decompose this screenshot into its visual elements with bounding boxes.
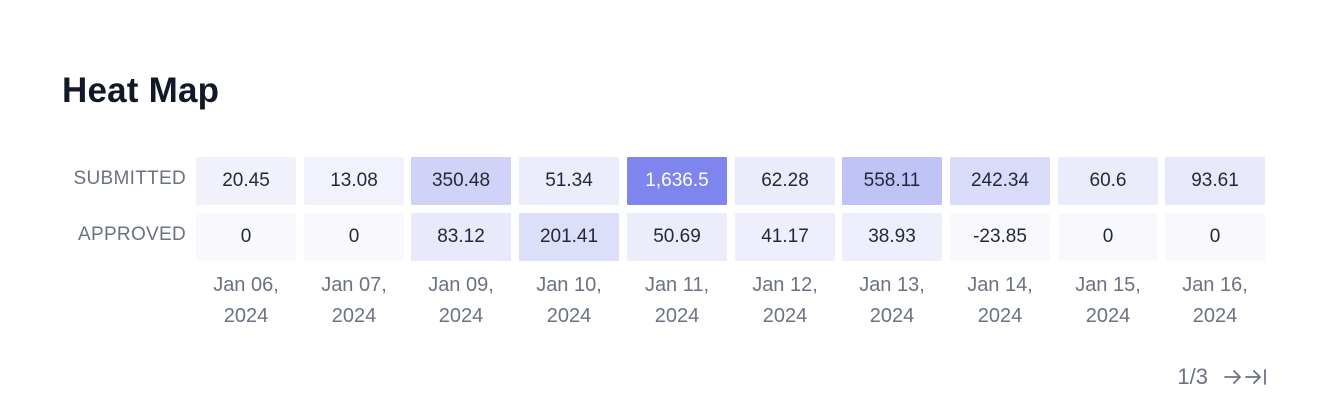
column-label: Jan 16, 2024 (1161, 270, 1269, 332)
column-label: Jan 11, 2024 (623, 270, 731, 332)
column-label-year: 2024 (1085, 305, 1131, 327)
heatmap-cell[interactable]: 201.41 (519, 213, 619, 261)
column-label-date: Jan 06, (213, 274, 279, 296)
heatmap-cell[interactable]: 51.34 (519, 157, 619, 205)
heatmap-cell[interactable]: 62.28 (735, 157, 835, 205)
column-label: Jan 07, 2024 (300, 270, 408, 332)
heatmap-cell[interactable]: 93.61 (1165, 157, 1265, 205)
next-page-button[interactable] (1222, 367, 1244, 387)
heatmap-cell[interactable]: 50.69 (627, 213, 727, 261)
column-label: Jan 06, 2024 (192, 270, 300, 332)
column-label-date: Jan 16, (1182, 274, 1248, 296)
chart-title: Heat Map (62, 71, 220, 110)
heatmap-cell[interactable]: 60.6 (1058, 157, 1158, 205)
column-label: Jan 10, 2024 (515, 270, 623, 332)
heatmap-cell[interactable]: 0 (304, 213, 404, 261)
column-label-year: 2024 (654, 305, 700, 327)
heatmap-cell[interactable]: 1,636.5 (627, 157, 727, 205)
heatmap-cell[interactable]: 20.45 (196, 157, 296, 205)
column-label: Jan 15, 2024 (1054, 270, 1162, 332)
column-label-year: 2024 (438, 305, 484, 327)
pagination: 1/3 (1177, 364, 1268, 390)
arrow-right-to-line-icon (1245, 369, 1266, 385)
column-label-date: Jan 14, (967, 274, 1033, 296)
heatmap-cell[interactable]: -23.85 (950, 213, 1050, 261)
heatmap-cell[interactable]: 38.93 (842, 213, 942, 261)
column-label-date: Jan 09, (428, 274, 494, 296)
heatmap-cell[interactable]: 41.17 (735, 213, 835, 261)
column-label: Jan 13, 2024 (838, 270, 946, 332)
arrow-right-icon (1224, 370, 1241, 384)
column-label: Jan 09, 2024 (407, 270, 515, 332)
heatmap-cell[interactable]: 0 (1058, 213, 1158, 261)
page-indicator: 1/3 (1177, 364, 1208, 389)
heatmap-cell[interactable]: 558.11 (842, 157, 942, 205)
heatmap-cell[interactable]: 0 (1165, 213, 1265, 261)
heatmap-cell[interactable]: 0 (196, 213, 296, 261)
column-label: Jan 14, 2024 (946, 270, 1054, 332)
column-label-date: Jan 10, (536, 274, 602, 296)
column-label-date: Jan 11, (644, 274, 710, 296)
last-page-button[interactable] (1244, 367, 1268, 387)
column-label-date: Jan 12, (752, 274, 818, 296)
column-label-year: 2024 (977, 305, 1023, 327)
column-label-year: 2024 (869, 305, 915, 327)
heatmap-cell[interactable]: 350.48 (411, 157, 511, 205)
row-label-approved: APPROVED (78, 224, 186, 245)
row-label-submitted: SUBMITTED (73, 168, 186, 189)
column-label-year: 2024 (546, 305, 592, 327)
column-label: Jan 12, 2024 (731, 270, 839, 332)
column-label-year: 2024 (1192, 305, 1238, 327)
column-label-date: Jan 15, (1075, 274, 1141, 296)
heatmap-cell[interactable]: 13.08 (304, 157, 404, 205)
column-label-date: Jan 07, (321, 274, 387, 296)
column-label-year: 2024 (762, 305, 808, 327)
heatmap-cell[interactable]: 242.34 (950, 157, 1050, 205)
column-label-year: 2024 (223, 305, 269, 327)
heatmap-cell[interactable]: 83.12 (411, 213, 511, 261)
column-label-date: Jan 13, (859, 274, 925, 296)
column-label-year: 2024 (331, 305, 377, 327)
